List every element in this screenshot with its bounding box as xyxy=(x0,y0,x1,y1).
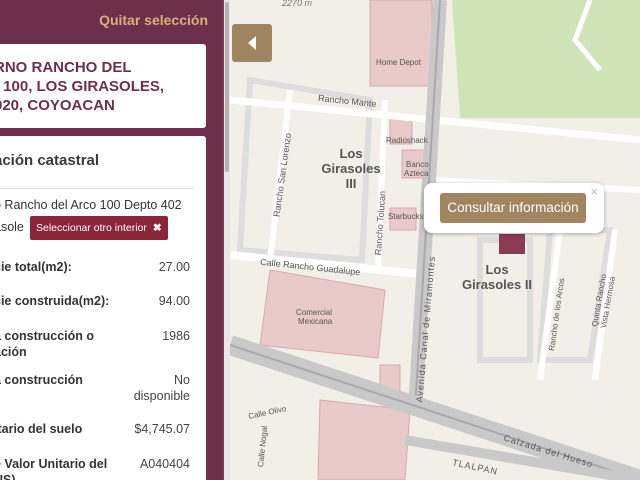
address-line: o Rancho del Arco 100 Depto 402 xyxy=(0,198,182,212)
info-header: ación catastral xyxy=(0,152,100,169)
row-label: itario del suelo xyxy=(0,422,83,436)
map-label: 2270 m xyxy=(282,0,313,8)
divider xyxy=(0,188,194,189)
building-south xyxy=(317,399,411,480)
chevron-left-icon xyxy=(248,36,256,50)
row-value: $4,745.07 xyxy=(134,422,190,436)
neighborhood-label-girasoles-iii: Los Girasoles III xyxy=(316,146,386,191)
map-label: Mexicana xyxy=(298,317,333,326)
neighborhood-label-girasoles-ii: Los Girasoles II xyxy=(452,262,542,292)
row-label: a construcción xyxy=(0,373,83,387)
consult-info-button[interactable]: Consultar información xyxy=(440,193,586,223)
colonia-line: asole xyxy=(0,220,24,234)
row-label: e Valor Unitario del US) xyxy=(0,457,108,480)
info-panel: Quitar selección RNO RANCHO DEL ) 100, L… xyxy=(0,0,222,480)
row-value: No disponible xyxy=(133,373,190,403)
property-title-card: RNO RANCHO DEL ) 100, LOS GIRASOLES, 920… xyxy=(0,44,206,128)
row-value: A040404 xyxy=(139,457,190,471)
clear-selection-link[interactable]: Quitar selección xyxy=(99,12,208,28)
map-label: Radioshack xyxy=(386,136,428,145)
map-svg xyxy=(230,0,640,480)
nb-label-line: III xyxy=(345,176,357,191)
nb-label-line: Los xyxy=(339,146,363,161)
nb-label-line: Los xyxy=(485,262,509,277)
collapse-panel-button[interactable] xyxy=(232,24,272,62)
row-label: cie construida(m2): xyxy=(0,294,110,308)
selected-property-marker[interactable] xyxy=(499,234,525,254)
row-label: a construcción o ación xyxy=(0,329,95,359)
close-icon: ✖ xyxy=(152,222,162,234)
block-outline xyxy=(477,237,533,363)
row-value: 1986 xyxy=(162,329,190,343)
nb-label-line: Girasoles xyxy=(321,161,381,176)
property-title: RNO RANCHO DEL ) 100, LOS GIRASOLES, 920… xyxy=(0,59,165,114)
select-other-interior-button[interactable]: Seleccionar otro interior ✖ xyxy=(30,216,168,240)
map-label: Comercial xyxy=(296,308,333,317)
select-button-label: Seleccionar otro interior xyxy=(36,222,147,234)
map-label: Banco xyxy=(406,160,429,169)
park-area xyxy=(452,0,640,118)
building-home-depot xyxy=(369,0,433,87)
map-label: Azteca xyxy=(404,169,429,178)
map-label: Home Depot xyxy=(376,58,421,67)
row-value: 27.00 xyxy=(158,260,190,274)
cadastral-info-card: ación catastral o Rancho del Arco 100 De… xyxy=(0,136,206,480)
nb-label-line: Girasoles II xyxy=(461,277,533,292)
scrollbar-thumb[interactable] xyxy=(225,2,229,172)
close-icon[interactable]: × xyxy=(590,184,598,199)
row-label: cie total(m2): xyxy=(0,260,72,274)
row-value: 94.00 xyxy=(158,294,190,308)
map-label: Starbucks xyxy=(388,212,424,221)
map-canvas[interactable]: 2270 m Home Depot Radioshack Banco Aztec… xyxy=(230,0,640,480)
map-popup: Consultar información × xyxy=(424,183,604,233)
